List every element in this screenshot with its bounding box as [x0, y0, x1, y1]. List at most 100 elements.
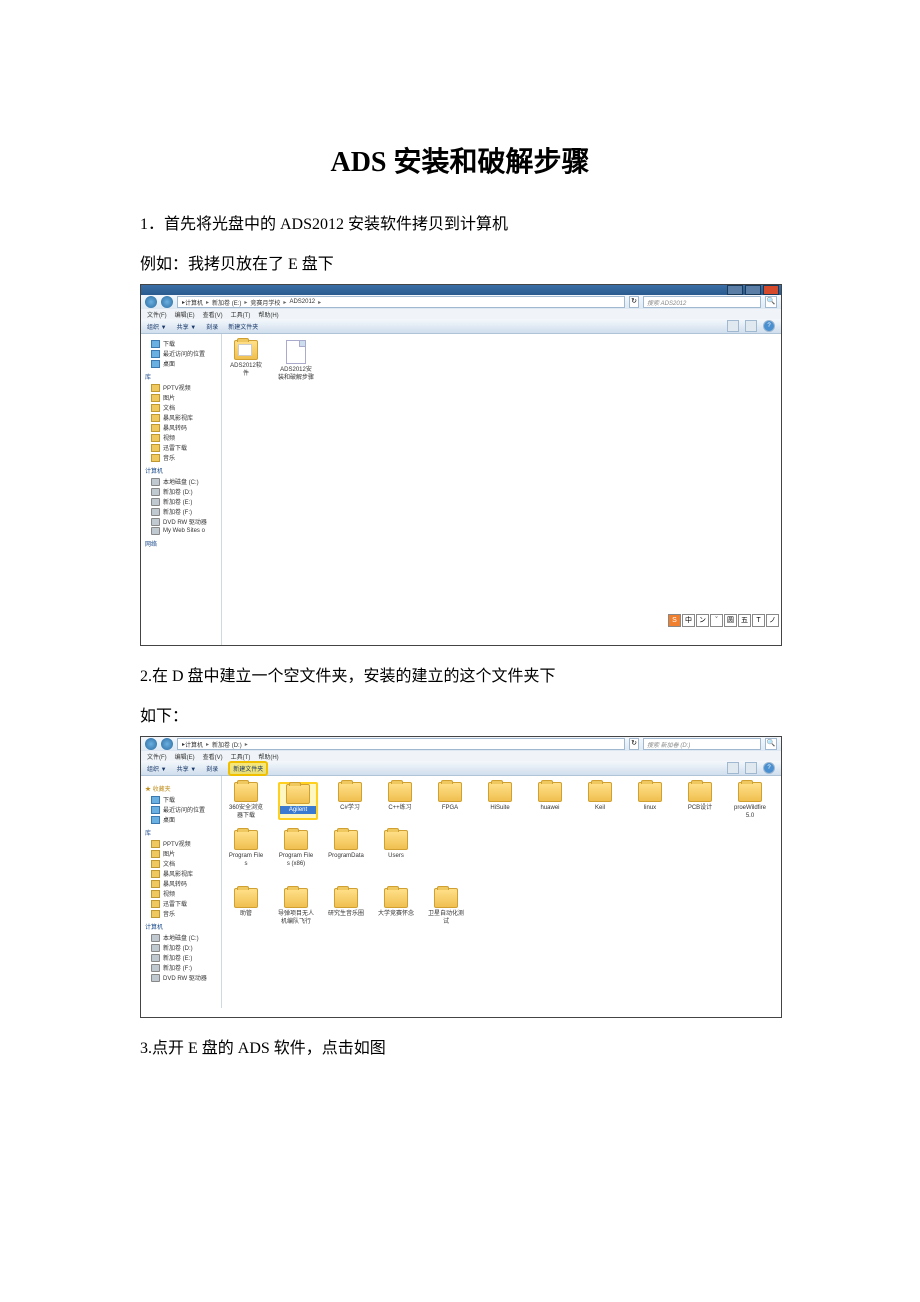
document-item[interactable]: ADS2012安装和破解步骤 [278, 340, 314, 382]
sidebar-item[interactable]: 音乐 [151, 453, 217, 462]
maximize-button[interactable] [745, 285, 761, 295]
toolbar-burn[interactable]: 刻录 [206, 764, 218, 773]
folder-item[interactable]: proeWildfire 5.0 [732, 782, 768, 820]
view-mode-icon[interactable] [727, 320, 739, 332]
sidebar-item[interactable]: DVD RW 驱动器 [151, 973, 217, 982]
sidebar-item[interactable]: 新加卷 (E:) [151, 953, 217, 962]
menu-help[interactable]: 帮助(H) [258, 310, 278, 319]
search-icon[interactable]: 🔍 [765, 738, 777, 750]
help-icon[interactable]: ? [763, 762, 775, 774]
folder-item[interactable]: linux [632, 782, 668, 820]
sidebar-item[interactable]: 本地磁盘 (C:) [151, 477, 217, 486]
sidebar-item[interactable]: 暴风影视库 [151, 413, 217, 422]
forward-button[interactable] [161, 738, 173, 750]
sidebar-item[interactable]: 文档 [151, 403, 217, 412]
sidebar-section-network[interactable]: 网络 [145, 539, 217, 548]
back-button[interactable] [145, 296, 157, 308]
sidebar-item[interactable]: 暴风转码 [151, 879, 217, 888]
folder-item[interactable]: ProgramData [328, 830, 364, 868]
sidebar-item[interactable]: 迅雷下载 [151, 899, 217, 908]
sidebar-item[interactable]: 迅雷下载 [151, 443, 217, 452]
toolbar: 组织 ▼ 共享 ▼ 刻录 新建文件夹 ? [141, 761, 781, 776]
sidebar-item[interactable]: 下载 [151, 795, 217, 804]
step-2-note: 如下： [140, 702, 780, 726]
sidebar-item[interactable]: 暴风转码 [151, 423, 217, 432]
toolbar-newfolder[interactable]: 新建文件夹 [228, 322, 258, 331]
folder-icon [538, 782, 562, 802]
sidebar-section-computer[interactable]: 计算机 [145, 466, 217, 475]
ime-toolbar[interactable]: S 中 ン ˇ 圆 五 T ノ [668, 614, 779, 627]
folder-item[interactable]: 导弹项目无人机编队飞行 [278, 888, 314, 926]
menu-tools[interactable]: 工具(T) [231, 752, 251, 761]
toolbar-organize[interactable]: 组织 ▼ [147, 322, 167, 331]
sidebar-item[interactable]: 音乐 [151, 909, 217, 918]
folder-item[interactable]: PCB设计 [682, 782, 718, 820]
minimize-button[interactable] [727, 285, 743, 295]
help-icon[interactable]: ? [763, 320, 775, 332]
menu-view[interactable]: 查看(V) [203, 310, 223, 319]
folder-item[interactable]: 助管 [228, 888, 264, 926]
sidebar-section-libraries[interactable]: 库 [145, 372, 217, 381]
breadcrumb[interactable]: ▸ 计算机▸ 新加卷 (E:)▸ 竞赛月学校▸ ADS2012▸ [177, 296, 625, 308]
folder-item[interactable]: ADS2012软件 [228, 340, 264, 382]
sidebar-item[interactable]: 新加卷 (E:) [151, 497, 217, 506]
close-button[interactable] [763, 285, 779, 295]
preview-pane-icon[interactable] [745, 762, 757, 774]
folder-item[interactable]: Agilent [278, 782, 318, 820]
sidebar-item[interactable]: 本地磁盘 (C:) [151, 933, 217, 942]
toolbar-share[interactable]: 共享 ▼ [177, 764, 197, 773]
folder-item[interactable]: HiSuite [482, 782, 518, 820]
folder-item[interactable]: Program Files (x86) [278, 830, 314, 868]
sidebar-item[interactable]: 新加卷 (F:) [151, 507, 217, 516]
sidebar-item[interactable]: 文档 [151, 859, 217, 868]
folder-item[interactable]: C++练习 [382, 782, 418, 820]
search-input[interactable]: 搜索 新加卷 (D:) [643, 738, 761, 750]
toolbar-organize[interactable]: 组织 ▼ [147, 764, 167, 773]
menu-edit[interactable]: 编辑(E) [175, 310, 195, 319]
toolbar-burn[interactable]: 刻录 [206, 322, 218, 331]
toolbar-share[interactable]: 共享 ▼ [177, 322, 197, 331]
sidebar-item[interactable]: PPTV视频 [151, 839, 217, 848]
sidebar-item[interactable]: 新加卷 (D:) [151, 943, 217, 952]
folder-item[interactable]: Program Files [228, 830, 264, 868]
sidebar-item[interactable]: PPTV视频 [151, 383, 217, 392]
menu-file[interactable]: 文件(F) [147, 752, 167, 761]
menu-tools[interactable]: 工具(T) [231, 310, 251, 319]
search-input[interactable]: 搜索 ADS2012 [643, 296, 761, 308]
sidebar-item[interactable]: 新加卷 (D:) [151, 487, 217, 496]
folder-item[interactable]: 研究生音乐圈 [328, 888, 364, 926]
sidebar-item[interactable]: 视频 [151, 433, 217, 442]
menu-help[interactable]: 帮助(H) [258, 752, 278, 761]
sidebar-item[interactable]: My Web Sites o [151, 527, 217, 535]
step-3: 3.点开 E 盘的 ADS 软件，点击如图 [140, 1034, 780, 1058]
menu-view[interactable]: 查看(V) [203, 752, 223, 761]
menu-file[interactable]: 文件(F) [147, 310, 167, 319]
sidebar-section-favorites[interactable]: ★ 收藏夹 [145, 784, 217, 793]
folder-item[interactable]: Keil [582, 782, 618, 820]
folder-item[interactable]: 卫星自动化测试 [428, 888, 464, 926]
toolbar-newfolder[interactable]: 新建文件夹 [228, 761, 268, 776]
folder-item[interactable]: huawei [532, 782, 568, 820]
menu-edit[interactable]: 编辑(E) [175, 752, 195, 761]
sidebar-section-libraries[interactable]: 库 [145, 828, 217, 837]
preview-pane-icon[interactable] [745, 320, 757, 332]
folder-item[interactable]: 大学竞赛怀念 [378, 888, 414, 926]
search-icon[interactable]: 🔍 [765, 296, 777, 308]
sidebar-item[interactable]: 暴风影视库 [151, 869, 217, 878]
sidebar-item[interactable]: DVD RW 驱动器 [151, 517, 217, 526]
sidebar-item[interactable]: 桌面 [151, 815, 217, 824]
folder-item[interactable]: FPGA [432, 782, 468, 820]
sidebar-item[interactable]: 新加卷 (F:) [151, 963, 217, 972]
folder-item[interactable]: 360安全浏览器下载 [228, 782, 264, 820]
view-mode-icon[interactable] [727, 762, 739, 774]
folder-item[interactable]: Users [378, 830, 414, 868]
sidebar-item[interactable]: 图片 [151, 849, 217, 858]
sidebar-item[interactable]: 视频 [151, 889, 217, 898]
sidebar-item[interactable]: 图片 [151, 393, 217, 402]
sidebar-item[interactable]: 最近访问的位置 [151, 805, 217, 814]
folder-item[interactable]: C#学习 [332, 782, 368, 820]
sidebar-section-computer[interactable]: 计算机 [145, 922, 217, 931]
forward-button[interactable] [161, 296, 173, 308]
breadcrumb[interactable]: ▸ 计算机▸ 新加卷 (D:)▸ [177, 738, 625, 750]
back-button[interactable] [145, 738, 157, 750]
